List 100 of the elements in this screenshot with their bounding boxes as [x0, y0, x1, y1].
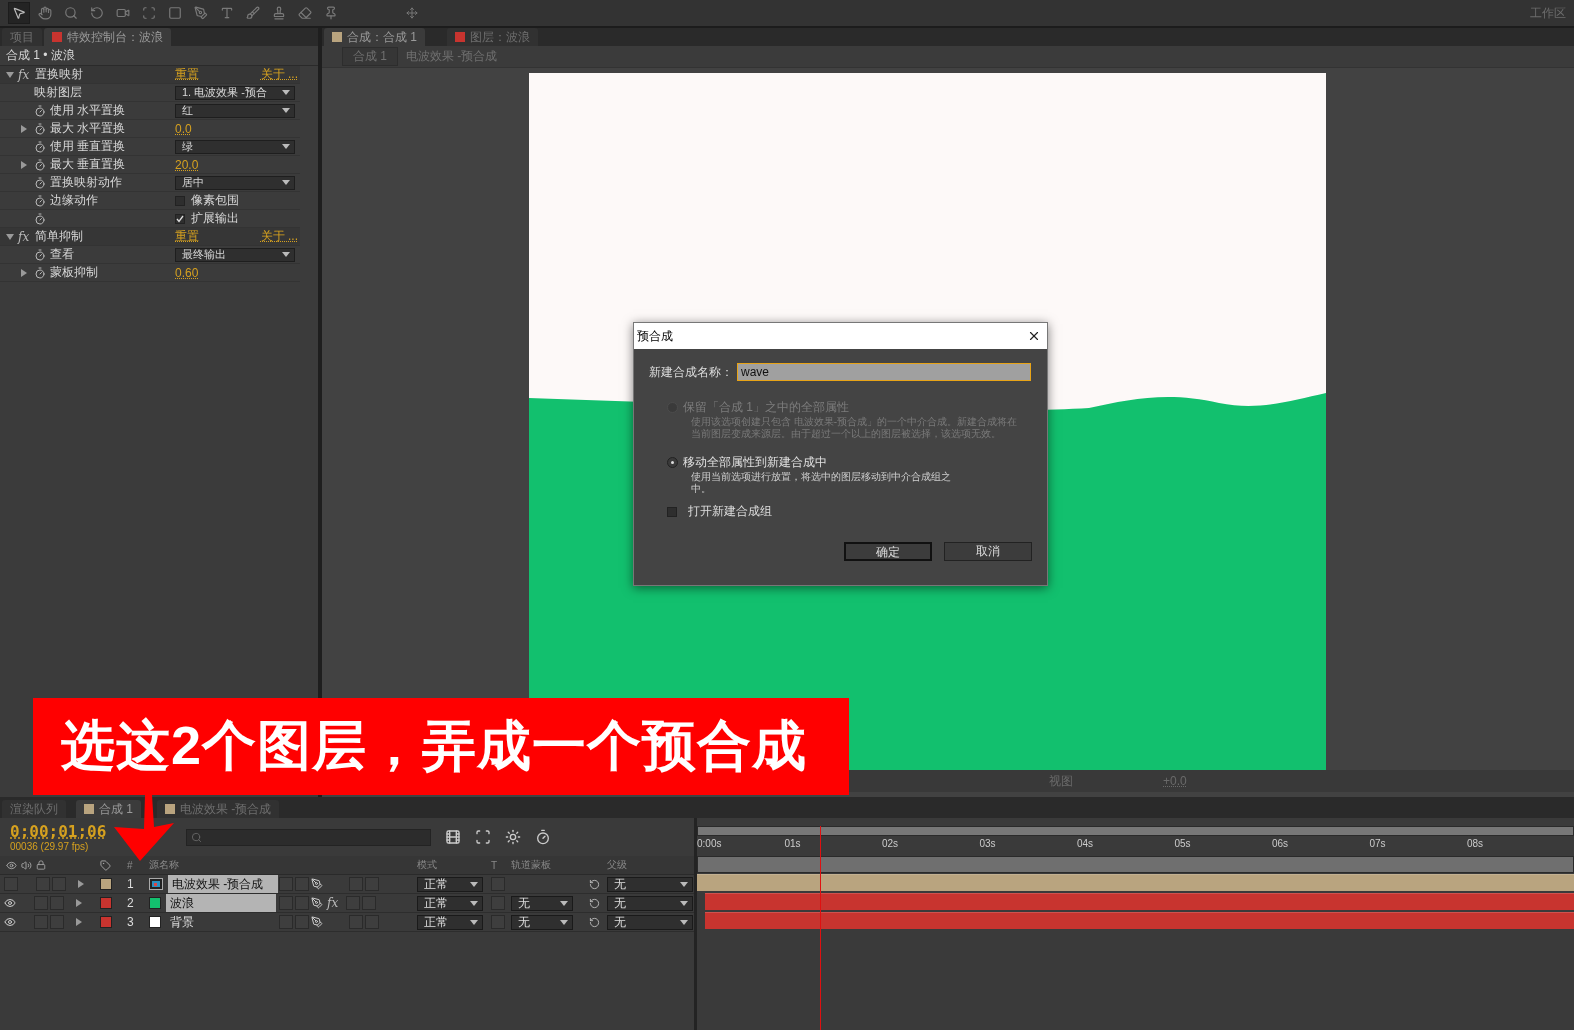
tag-icon — [100, 859, 111, 871]
layer-name[interactable]: 波浪 — [166, 894, 276, 912]
eraser-icon — [298, 6, 312, 20]
name-input[interactable]: wave — [737, 363, 1031, 381]
tick-label: 07s — [1369, 838, 1386, 849]
panel-tab[interactable]: 特效控制台：波浪 — [44, 28, 171, 46]
timeline-tab[interactable]: 合成 1 — [76, 800, 141, 818]
about-link[interactable]: 关于 ... — [260, 228, 298, 245]
work-area-bar[interactable] — [697, 856, 1574, 873]
effect-name: 置换映射 — [35, 66, 84, 83]
tick-label: 02s — [882, 838, 899, 849]
checkbox[interactable] — [175, 195, 185, 206]
time-ruler[interactable]: 0:00s 01s 02s 03s 04s 05s 06s 07s 08s — [697, 836, 1574, 856]
move-icon[interactable] — [406, 7, 418, 19]
mode-dropdown[interactable]: 正常 — [417, 914, 483, 930]
dialog-button[interactable]: 确定 — [844, 542, 932, 561]
property-dropdown[interactable]: 1. 电波效果 -预合 — [175, 85, 295, 100]
property-dropdown[interactable]: 红 — [175, 103, 295, 118]
pen-icon[interactable] — [311, 878, 323, 890]
expand-arrow-icon[interactable] — [76, 899, 82, 907]
property-dropdown[interactable]: 居中 — [175, 175, 295, 190]
stopwatch-icon[interactable] — [34, 122, 46, 135]
eye-icon[interactable] — [4, 897, 16, 909]
close-icon[interactable] — [1027, 329, 1041, 343]
property-label: 使用 水平置换 — [50, 102, 126, 119]
frame-icon — [142, 6, 156, 20]
fx-label: fx — [18, 229, 30, 244]
checkbox[interactable] — [667, 506, 677, 517]
label-swatch[interactable] — [100, 916, 112, 928]
checkbox-label: 扩展输出 — [191, 210, 239, 227]
stopwatch-icon[interactable] — [34, 248, 46, 261]
expand-arrow-icon[interactable] — [6, 233, 14, 240]
hand-icon — [38, 6, 52, 20]
pen-icon[interactable] — [311, 897, 323, 909]
tick-label: 04s — [1077, 838, 1094, 849]
search-field[interactable] — [186, 828, 432, 846]
stopwatch-icon[interactable] — [34, 158, 46, 171]
stopwatch-icon[interactable] — [34, 176, 46, 189]
stopwatch-icon[interactable] — [34, 194, 46, 207]
pen-icon[interactable] — [311, 916, 323, 928]
about-link[interactable]: 关于 ... — [260, 66, 298, 83]
property-value[interactable]: 0.60 — [175, 265, 199, 280]
tool-button[interactable] — [8, 2, 30, 24]
stopwatch-icon[interactable] — [535, 829, 552, 845]
property-dropdown[interactable]: 绿 — [175, 139, 295, 154]
radio-button[interactable] — [667, 457, 678, 468]
checkbox-label: 打开新建合成组 — [688, 503, 772, 520]
toggle-box[interactable] — [279, 877, 293, 891]
pointer-icon — [12, 6, 26, 20]
eye-icon[interactable] — [4, 916, 16, 928]
field-label: 新建合成名称： — [649, 363, 733, 381]
label-swatch[interactable] — [100, 897, 112, 909]
track-matte-dropdown[interactable]: 无 — [511, 914, 573, 930]
expand-arrow-icon[interactable] — [6, 71, 14, 78]
track-matte-dropdown[interactable]: 无 — [511, 895, 573, 911]
checkbox-label: 像素包围 — [191, 192, 239, 209]
column-header: 父级 — [607, 858, 628, 872]
frame-icon[interactable] — [475, 829, 492, 845]
effect-name: 简单抑制 — [35, 228, 84, 245]
speaker-icon — [21, 859, 32, 871]
reset-link[interactable]: 重置 — [175, 228, 199, 245]
stopwatch-icon[interactable] — [34, 212, 46, 225]
stopwatch-icon[interactable] — [34, 140, 46, 153]
viewer-tab[interactable]: 合成：合成 1 — [324, 28, 425, 46]
camera-icon — [116, 6, 130, 20]
expand-arrow-icon[interactable] — [21, 160, 27, 169]
layer-name[interactable]: 背景 — [166, 913, 276, 931]
reset-link[interactable]: 重置 — [175, 66, 199, 83]
stopwatch-icon[interactable] — [34, 104, 46, 117]
time-navigator[interactable] — [697, 826, 1574, 836]
stopwatch-icon[interactable] — [34, 266, 46, 279]
frame-count: 00036 (29.97 fps) — [10, 841, 90, 852]
lock-icon — [36, 860, 46, 870]
parent-dropdown[interactable]: 无 — [607, 876, 693, 892]
layer-name[interactable]: 电波效果 -预合成 — [168, 875, 278, 893]
rectangle-icon — [168, 6, 182, 20]
expand-arrow-icon[interactable] — [78, 880, 84, 888]
checkbox[interactable] — [175, 213, 185, 224]
sun-icon[interactable] — [505, 829, 522, 845]
property-dropdown[interactable]: 最终输出 — [175, 247, 295, 262]
property-value[interactable]: 0.0 — [175, 121, 192, 136]
mode-dropdown[interactable]: 正常 — [417, 876, 483, 892]
column-header: T — [491, 859, 499, 871]
dialog-button[interactable]: 取消 — [944, 542, 1032, 561]
label-swatch[interactable] — [100, 878, 112, 890]
tick-label: 0:00s — [697, 838, 722, 849]
timecode[interactable]: 0;00;01;06 — [10, 822, 107, 841]
dialog-title: 预合成 — [637, 327, 673, 345]
tick-label: 03s — [979, 838, 996, 849]
expand-arrow-icon[interactable] — [76, 918, 82, 926]
pin-icon — [324, 6, 338, 20]
brush-icon — [246, 6, 260, 20]
film-icon[interactable] — [445, 829, 462, 845]
fx-label[interactable]: fx — [327, 896, 339, 910]
mode-dropdown[interactable]: 正常 — [417, 895, 483, 911]
expand-arrow-icon[interactable] — [21, 268, 27, 277]
expand-arrow-icon[interactable] — [21, 124, 27, 133]
parent-dropdown[interactable]: 无 — [607, 895, 693, 911]
parent-dropdown[interactable]: 无 — [607, 914, 693, 930]
property-value[interactable]: 20.0 — [175, 157, 199, 172]
